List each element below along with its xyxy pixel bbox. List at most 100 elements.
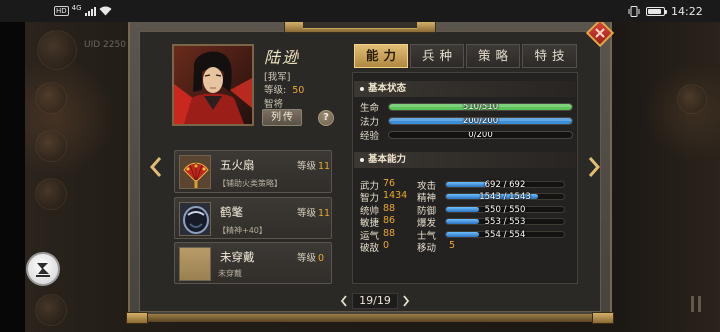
equipment-slot-3[interactable]: 未穿戴 等级 0 未穿戴: [174, 242, 332, 284]
bullet-icon: [360, 158, 364, 162]
equipment-level: 等级 11: [297, 158, 330, 172]
title-ornament-center: [303, 22, 417, 29]
section-title: 基本能力: [368, 154, 407, 165]
ability-row: 运气 88 士气 554 / 554: [353, 228, 577, 242]
hero-info-panel: 陆逊 [我军] 等级: 50 智将 列传 ? 五火扇 等级 11 【辅助火类策略…: [126, 18, 615, 324]
ability-stats-panel: 基本状态 生命 510/510 法力 200/200 经验 0/200 基本能力: [352, 72, 578, 284]
floating-assistant-button[interactable]: [26, 252, 60, 286]
equipment-level: 等级 0: [297, 250, 324, 264]
empty-slot-icon: [179, 247, 211, 281]
page-indicator: 19/19: [352, 293, 398, 309]
attribute-label: 智力: [360, 193, 380, 204]
tab-troops[interactable]: 兵种: [410, 44, 464, 68]
signal-icon: [84, 6, 96, 16]
hero-faction: [我军]: [264, 72, 291, 83]
exp-value: 0/200: [468, 131, 493, 139]
combat-bar: 553 / 553: [445, 217, 565, 227]
hp-label: 生命: [360, 103, 380, 114]
attribute-value: 1434: [383, 190, 408, 201]
biography-button[interactable]: 列传: [262, 109, 302, 126]
exp-bar: 0/200: [388, 131, 573, 139]
hero-portrait-image: [174, 46, 252, 124]
ability-row: 敏捷 86 爆发 553 / 553: [353, 215, 577, 229]
ability-row: 武力 76 攻击 692 / 692: [353, 178, 577, 192]
equipment-description: 未穿戴: [218, 269, 242, 278]
event-icon-4: [35, 294, 67, 326]
move-label: 移动: [417, 243, 437, 254]
equipment-description: 【辅助火类策略】: [218, 179, 282, 188]
event-icon-3: [35, 178, 67, 210]
equipment-name: 鹤氅: [220, 205, 243, 219]
combat-label: 精神: [417, 193, 437, 204]
previous-hero-arrow[interactable]: [149, 155, 163, 179]
tab-ability[interactable]: 能力: [354, 44, 408, 68]
network-type-label: 4G: [71, 4, 82, 12]
ability-row: 智力 1434 精神 1543 / 1543: [353, 190, 577, 204]
panel-bottom-trim: [128, 314, 612, 322]
section-title: 基本状态: [368, 83, 407, 94]
equipment-name: 五火扇: [220, 158, 255, 172]
tab-strategy[interactable]: 策略: [466, 44, 520, 68]
help-button[interactable]: ?: [318, 110, 334, 126]
hero-name: 陆逊: [264, 48, 301, 67]
mp-bar: 200/200: [388, 117, 573, 125]
battery-level-fill: [648, 8, 661, 14]
system-status-bar: HD 4G 14:22: [0, 0, 720, 22]
hero-level-value: 50: [292, 85, 305, 96]
event-icon-2: [35, 130, 67, 162]
pager-next-arrow[interactable]: [402, 295, 410, 307]
wifi-icon: [99, 6, 112, 16]
combat-value: 1543 / 1543: [479, 192, 531, 202]
combat-bar: 550 / 550: [445, 205, 565, 215]
equipment-level-label: 等级: [297, 161, 317, 172]
attribute-value: 88: [383, 203, 396, 214]
equipment-slot-2[interactable]: 鹤氅 等级 11 【精神+40】: [174, 197, 332, 239]
hero-class: 智将: [264, 99, 284, 110]
crane-cloak-icon: [179, 202, 211, 236]
vibrate-icon: [628, 5, 640, 17]
status-right-group: 14:22: [628, 4, 703, 18]
hp-value: 510/510: [462, 103, 499, 111]
equipment-level-value: 11: [318, 161, 331, 172]
status-left-group: HD 4G: [54, 4, 112, 18]
hd-badge: HD: [54, 6, 69, 16]
next-hero-arrow[interactable]: [587, 155, 601, 179]
equipment-description: 【精神+40】: [218, 226, 267, 235]
combat-bar: 554 / 554: [445, 230, 565, 240]
close-icon: [595, 28, 605, 38]
screen-edge-strip: [0, 22, 25, 332]
tab-skills[interactable]: 特技: [522, 44, 577, 68]
assistant-glyph-icon: [36, 263, 50, 277]
attribute-label: 敏捷: [360, 218, 380, 229]
equipment-slot-1[interactable]: 五火扇 等级 11 【辅助火类策略】: [174, 150, 332, 193]
hp-bar: 510/510: [388, 103, 573, 111]
right-menu-icon: [677, 84, 707, 114]
combat-label: 爆发: [417, 218, 437, 229]
equipment-level-label: 等级: [297, 253, 317, 264]
ability-row: 统帅 88 防御 550 / 550: [353, 203, 577, 217]
title-ornament: [284, 22, 436, 33]
combat-bar: 1543 / 1543: [445, 192, 565, 202]
hero-level: 等级: 50: [264, 82, 304, 96]
player-avatar-icon: [37, 30, 77, 70]
move-value: 5: [449, 240, 456, 251]
combat-value: 553 / 553: [484, 217, 526, 227]
event-icon-1: [35, 82, 67, 114]
exp-label: 经验: [360, 131, 380, 142]
attribute-value: 88: [383, 228, 396, 239]
mp-label: 法力: [360, 117, 380, 128]
equipment-level: 等级 11: [297, 205, 330, 219]
ability-row: 破敌 0 移动 5: [353, 240, 577, 254]
bottom-right-ornament: [592, 312, 614, 324]
fire-fan-icon: [179, 155, 211, 189]
game-screen: HD 4G 14:22 UID 2250 陆逊 [我军] 等级: 50 智将 列…: [0, 0, 720, 332]
player-uid-label: UID 2250: [84, 40, 126, 50]
mp-value: 200/200: [462, 117, 499, 125]
attribute-label: 破敌: [360, 243, 380, 254]
attribute-value: 86: [383, 215, 396, 226]
pager-prev-arrow[interactable]: [340, 295, 348, 307]
clock: 14:22: [671, 4, 703, 18]
attribute-value: 76: [383, 178, 396, 189]
attribute-value: 0: [383, 240, 390, 251]
equipment-level-value: 11: [318, 208, 331, 219]
